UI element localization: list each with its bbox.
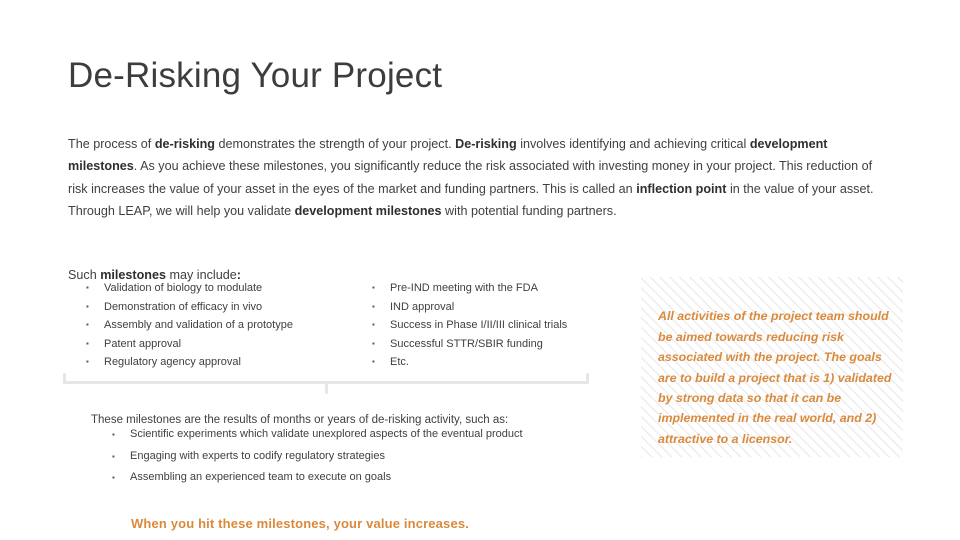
list-item-label: Regulatory agency approval	[104, 356, 241, 369]
list-item-label: Patent approval	[104, 337, 182, 350]
list-item-label: Successful STTR/SBIR funding	[390, 337, 543, 350]
list-item: ▪ Patent approval	[86, 335, 356, 354]
square-bullet-icon: ▪	[86, 357, 89, 367]
square-bullet-icon: ▪	[372, 301, 375, 311]
list-item-label: Success in Phase I/II/III clinical trial…	[390, 319, 568, 332]
list-item-label: Pre-IND meeting with the FDA	[390, 282, 538, 294]
square-bullet-icon: ▪	[86, 301, 89, 311]
square-bullet-icon: ▪	[372, 357, 375, 367]
grouping-bracket	[63, 373, 589, 394]
page-title: De-Risking Your Project	[68, 56, 443, 96]
milestones-left-column: ▪ Validation of biology to modulate ▪ Demon…	[86, 279, 356, 372]
list-item: ▪ Success in Phase I/II/III clinical tria…	[372, 316, 622, 335]
activities-list: ▪ Scientific experiments which validate u…	[112, 424, 582, 489]
list-item: ▪ Successful STTR/SBIR funding	[372, 335, 622, 354]
list-item: ▪ Validation of biology to modulate	[86, 279, 356, 298]
list-item: ▪ Scientific experiments which validate u…	[112, 424, 582, 446]
list-item: ▪ Assembling an experienced team to execu…	[112, 467, 582, 489]
bracket-center-tip	[324, 383, 328, 394]
callout-text: All activities of the project team shoul…	[658, 309, 892, 446]
closing-statement: When you hit these milestones, your valu…	[131, 516, 469, 531]
plain-text: The process of	[68, 136, 155, 151]
list-item: ▪ Regulatory agency approval	[86, 353, 356, 372]
list-item: ▪ IND approval	[372, 298, 622, 317]
slide-canvas: De-Risking Your Project The process of d…	[0, 0, 960, 540]
square-bullet-icon: ▪	[372, 338, 375, 348]
list-item-label: Validation of biology to modulate	[104, 282, 263, 294]
square-bullet-icon: ▪	[112, 430, 115, 439]
list-item-label: Engaging with experts to codify regulato…	[130, 449, 385, 462]
list-item: ▪ Demonstration of efficacy in vivo	[86, 298, 356, 317]
list-item-label: Assembly and validation of a prototype	[104, 319, 293, 332]
square-bullet-icon: ▪	[86, 338, 89, 348]
intro-paragraph: The process of de-risking demonstrates t…	[68, 133, 892, 223]
square-bullet-icon: ▪	[112, 473, 115, 482]
list-item: ▪ Etc.	[372, 353, 622, 372]
list-item-label: Etc.	[390, 356, 409, 369]
square-bullet-icon: ▪	[86, 320, 89, 330]
plain-text: involves identifying and achieving criti…	[516, 136, 750, 151]
emphasized-text: inflection point	[636, 181, 727, 196]
emphasized-text: De-risking	[455, 136, 517, 151]
emphasized-text: de-risking	[154, 136, 215, 151]
list-item: ▪ Engaging with experts to codify regulat…	[112, 446, 582, 468]
list-item: ▪ Assembly and validation of a prototype	[86, 316, 356, 335]
callout-box: All activities of the project team shoul…	[641, 277, 903, 457]
plain-text: demonstrates the strength of your projec…	[215, 136, 456, 151]
plain-text: with potential funding partners.	[441, 204, 617, 219]
square-bullet-icon: ▪	[86, 283, 89, 292]
list-item-label: Demonstration of efficacy in vivo	[104, 300, 263, 313]
milestones-right-column: ▪ Pre-IND meeting with the FDA ▪ IND approv…	[372, 279, 622, 372]
emphasized-text: development milestones	[294, 204, 442, 219]
square-bullet-icon: ▪	[372, 320, 375, 330]
list-item-label: IND approval	[390, 300, 455, 313]
bracket-right-end	[586, 373, 589, 384]
list-item-label: Assembling an experienced team to execut…	[130, 471, 392, 483]
square-bullet-icon: ▪	[112, 451, 115, 461]
list-item-label: Scientific experiments which validate un…	[130, 428, 523, 440]
list-item: ▪ Pre-IND meeting with the FDA	[372, 279, 622, 298]
square-bullet-icon: ▪	[372, 283, 375, 292]
